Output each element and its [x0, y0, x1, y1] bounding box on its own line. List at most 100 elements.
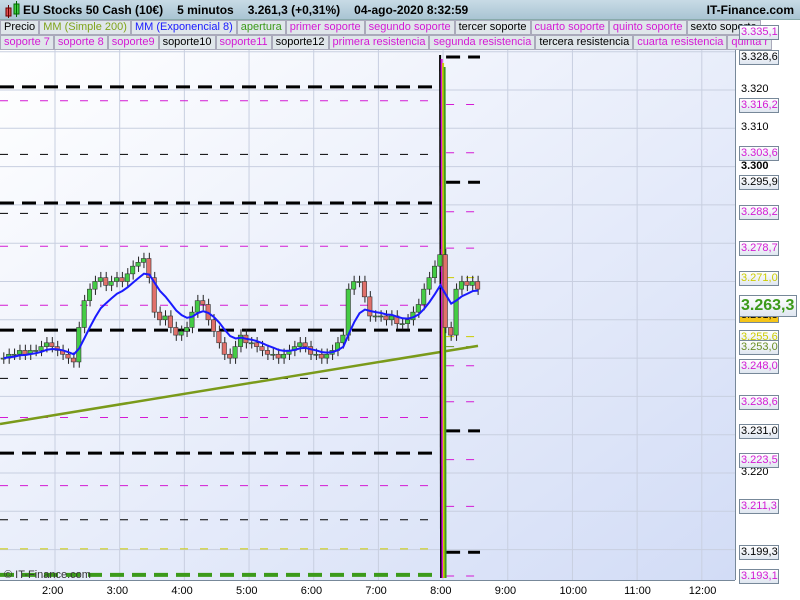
- legend-item[interactable]: soporte12: [271, 35, 329, 50]
- candle[interactable]: [367, 296, 373, 317]
- datetime: 04-ago-2020 8:32:59: [354, 2, 469, 17]
- legend-item[interactable]: MM (Exponencial 8): [130, 20, 237, 35]
- candle[interactable]: [167, 315, 173, 328]
- candle[interactable]: [254, 342, 260, 347]
- candle[interactable]: [421, 288, 427, 305]
- candle[interactable]: [281, 353, 287, 359]
- candle[interactable]: [221, 342, 227, 355]
- candle[interactable]: [361, 281, 367, 298]
- candle[interactable]: [189, 311, 195, 328]
- candle[interactable]: [475, 281, 481, 290]
- candle[interactable]: [87, 288, 93, 301]
- candle[interactable]: [469, 281, 475, 286]
- legend-item[interactable]: tercera resistencia: [535, 35, 634, 50]
- candle[interactable]: [124, 273, 130, 282]
- candle[interactable]: [162, 315, 168, 321]
- candle[interactable]: [431, 265, 437, 278]
- legend-item[interactable]: MM (Simple 200): [39, 20, 131, 35]
- candle[interactable]: [173, 327, 179, 336]
- legend-item[interactable]: soporte 8: [53, 35, 108, 50]
- candle[interactable]: [211, 319, 217, 332]
- candle[interactable]: [38, 346, 44, 351]
- watermark: © IT-Finance.com: [4, 569, 91, 581]
- candle[interactable]: [318, 353, 324, 359]
- candle[interactable]: [264, 350, 270, 355]
- candle[interactable]: [70, 357, 76, 363]
- candle[interactable]: [297, 342, 303, 347]
- candle[interactable]: [81, 300, 87, 328]
- candle[interactable]: [313, 353, 319, 356]
- candle[interactable]: [356, 281, 362, 283]
- candle[interactable]: [448, 327, 454, 336]
- y-tick-label: 3.320: [741, 83, 769, 95]
- candle[interactable]: [415, 304, 421, 313]
- legend-item[interactable]: cuarto soporte: [530, 20, 609, 35]
- level-price-label: 3.223,5: [739, 452, 779, 468]
- candle[interactable]: [157, 311, 163, 321]
- level-price-label: 3.248,0: [739, 358, 779, 374]
- legend-item[interactable]: soporte 7: [0, 35, 54, 50]
- x-tick-label: 7:00: [365, 585, 387, 597]
- candle[interactable]: [453, 288, 459, 336]
- x-tick-label: 12:00: [688, 585, 717, 597]
- legend-item[interactable]: cuarta resistencia: [633, 35, 728, 50]
- legend-item[interactable]: segundo soporte: [364, 20, 455, 35]
- candle[interactable]: [324, 353, 330, 359]
- candle[interactable]: [405, 319, 411, 324]
- legend-item[interactable]: Precio: [0, 20, 40, 35]
- candle[interactable]: [194, 300, 200, 313]
- candle[interactable]: [383, 315, 389, 321]
- candle[interactable]: [49, 342, 55, 347]
- candle[interactable]: [140, 258, 146, 263]
- candle[interactable]: [200, 300, 206, 305]
- candle[interactable]: [216, 330, 222, 344]
- candle[interactable]: [130, 265, 136, 275]
- brand: IT-Finance.com: [706, 2, 794, 17]
- candle[interactable]: [458, 281, 464, 290]
- candle[interactable]: [11, 353, 17, 356]
- candle[interactable]: [378, 315, 384, 318]
- legend-item[interactable]: primer soporte: [285, 20, 365, 35]
- candle[interactable]: [426, 277, 432, 290]
- legend-item[interactable]: primera resistencia: [328, 35, 430, 50]
- candle[interactable]: [388, 315, 394, 321]
- candle[interactable]: [464, 281, 470, 286]
- candle[interactable]: [108, 281, 114, 286]
- candle[interactable]: [113, 277, 119, 282]
- price-chart[interactable]: [0, 0, 800, 600]
- candle[interactable]: [399, 323, 405, 325]
- candle[interactable]: [43, 342, 49, 347]
- interval[interactable]: 5 minutos: [177, 3, 234, 17]
- candle[interactable]: [232, 346, 238, 359]
- candle[interactable]: [248, 342, 254, 345]
- candle[interactable]: [259, 346, 265, 351]
- legend-item[interactable]: soporte9: [107, 35, 159, 50]
- candle[interactable]: [97, 277, 103, 282]
- candle[interactable]: [345, 288, 351, 336]
- candle[interactable]: [184, 327, 190, 332]
- legend-item[interactable]: soporte11: [215, 35, 272, 50]
- candle[interactable]: [65, 353, 71, 359]
- candle[interactable]: [270, 353, 276, 356]
- candle[interactable]: [22, 350, 28, 355]
- legend-item[interactable]: segunda resistencia: [429, 35, 536, 50]
- legend-item[interactable]: quinto soporte: [608, 20, 687, 35]
- candle[interactable]: [103, 277, 109, 286]
- legend-item[interactable]: apertura: [236, 20, 286, 35]
- candle[interactable]: [33, 350, 39, 352]
- candle[interactable]: [178, 330, 184, 336]
- candle[interactable]: [302, 342, 308, 347]
- candle[interactable]: [119, 277, 125, 282]
- candle[interactable]: [437, 254, 443, 267]
- candle[interactable]: [135, 262, 141, 267]
- candle[interactable]: [340, 334, 346, 344]
- candle[interactable]: [16, 350, 22, 355]
- level-price-label: 3.328,6: [739, 50, 779, 66]
- legend-item[interactable]: tercer soporte: [454, 20, 531, 35]
- candle[interactable]: [227, 353, 233, 359]
- candle[interactable]: [351, 281, 357, 290]
- legend-item[interactable]: soporte10: [158, 35, 216, 50]
- candle[interactable]: [372, 315, 378, 318]
- candle[interactable]: [275, 353, 281, 359]
- candle[interactable]: [92, 281, 98, 290]
